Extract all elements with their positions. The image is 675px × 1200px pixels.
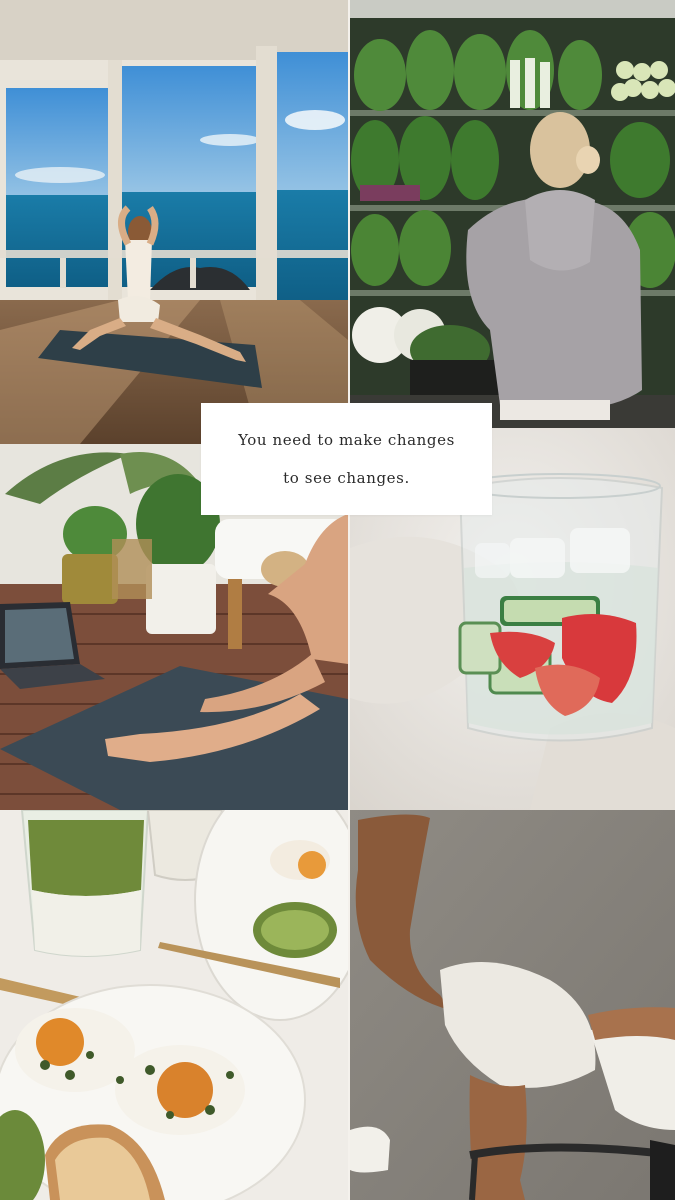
photo-leg-workout	[350, 810, 675, 1200]
quote-card: You need to make changes to see changes.	[201, 403, 492, 515]
breakfast-illustration	[0, 810, 348, 1200]
photo-yoga-ocean-view	[0, 0, 348, 444]
quote-line-1: You need to make changes	[238, 431, 455, 449]
grocery-illustration	[350, 0, 675, 428]
yoga-ocean-illustration	[0, 0, 348, 444]
quote-line-2: to see changes.	[283, 469, 410, 487]
photo-grocery-produce	[350, 0, 675, 428]
photo-breakfast-table	[0, 810, 348, 1200]
leg-workout-illustration	[350, 810, 675, 1200]
